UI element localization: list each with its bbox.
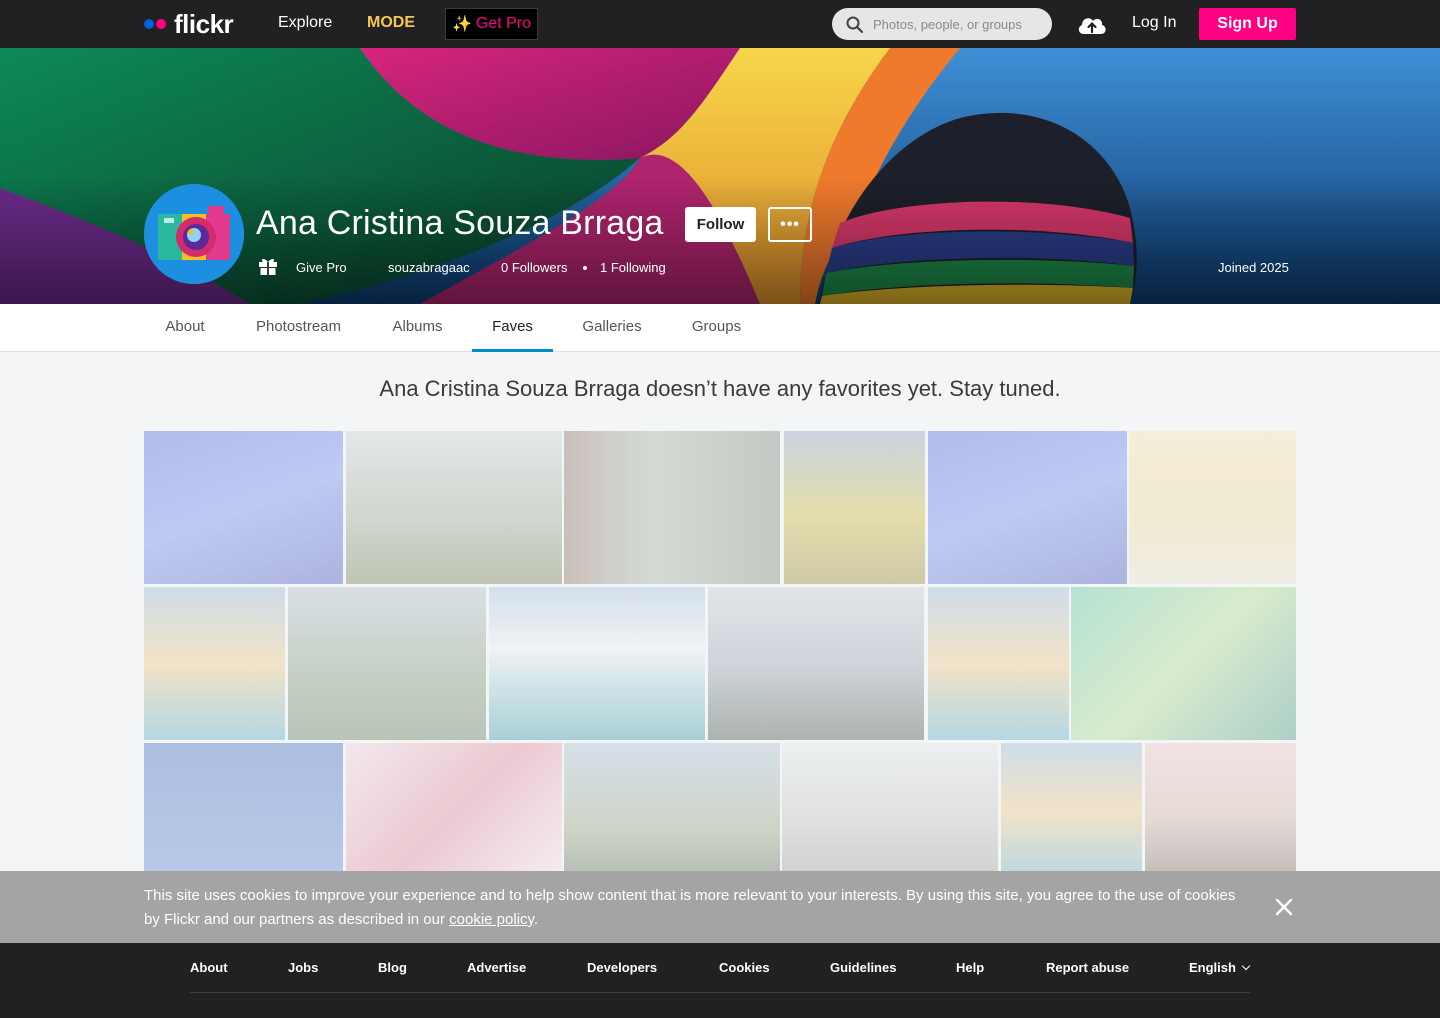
separator-dot xyxy=(583,266,587,270)
logo-text: flickr xyxy=(174,8,234,39)
logo-pink-dot xyxy=(156,19,166,29)
camera-avatar-icon xyxy=(144,184,244,284)
get-pro-label: Get Pro xyxy=(475,15,532,32)
search-icon xyxy=(846,16,863,33)
profile-name: Ana Cristina Souza Brraga xyxy=(256,204,664,242)
tab-faves[interactable]: Faves xyxy=(472,304,553,352)
footer-link-about[interactable]: About xyxy=(190,960,228,975)
footer: About Jobs Blog Advertise Developers Coo… xyxy=(0,943,1440,1018)
avatar[interactable] xyxy=(144,184,244,284)
logo-blue-dot xyxy=(144,19,154,29)
chevron-down-icon xyxy=(1241,961,1251,971)
joined-date: Joined 2025 xyxy=(1218,260,1289,275)
cookie-banner: This site uses cookies to improve your e… xyxy=(0,871,1440,943)
cookie-text: This site uses cookies to improve your e… xyxy=(144,884,1254,932)
nav-explore-link[interactable]: Explore xyxy=(278,14,332,32)
placeholder-photo xyxy=(564,743,780,871)
footer-divider xyxy=(190,992,1250,993)
footer-link-report-abuse[interactable]: Report abuse xyxy=(1046,960,1129,975)
tab-albums[interactable]: Albums xyxy=(371,304,464,352)
sparkle-icon: ✨ xyxy=(451,16,472,33)
placeholder-photo xyxy=(1071,587,1296,740)
cookie-text-end: . xyxy=(533,911,539,928)
profile-tabs: About Photostream Albums Faves Galleries… xyxy=(0,304,1440,352)
give-pro-link[interactable]: Give Pro xyxy=(296,260,347,275)
get-pro-button[interactable]: ✨ Get Pro xyxy=(445,8,538,40)
username: souzabragaac xyxy=(388,260,470,275)
footer-link-advertise[interactable]: Advertise xyxy=(467,960,526,975)
login-link[interactable]: Log In xyxy=(1132,14,1176,32)
placeholder-photo-grid xyxy=(144,431,1296,871)
follow-button[interactable]: Follow xyxy=(685,207,756,242)
followers-link[interactable]: 0 Followers xyxy=(501,260,567,275)
footer-link-blog[interactable]: Blog xyxy=(378,960,407,975)
placeholder-photo xyxy=(928,587,1069,740)
placeholder-photo xyxy=(346,743,562,871)
tab-about[interactable]: About xyxy=(144,304,226,352)
empty-state-message: Ana Cristina Souza Brraga doesn’t have a… xyxy=(379,376,1061,401)
placeholder-photo xyxy=(1129,431,1296,584)
signup-button[interactable]: Sign Up xyxy=(1199,8,1296,40)
placeholder-photo xyxy=(708,587,924,740)
footer-link-cookies[interactable]: Cookies xyxy=(719,960,770,975)
placeholder-photo xyxy=(144,587,285,740)
placeholder-photo xyxy=(928,431,1127,584)
gift-icon[interactable] xyxy=(258,256,278,276)
close-icon[interactable] xyxy=(1274,897,1294,917)
footer-link-jobs[interactable]: Jobs xyxy=(288,960,318,975)
tab-groups[interactable]: Groups xyxy=(671,304,762,352)
cookie-text-body: This site uses cookies to improve your e… xyxy=(144,887,1236,928)
search-box[interactable] xyxy=(832,8,1052,40)
placeholder-photo xyxy=(782,743,998,871)
footer-link-developers[interactable]: Developers xyxy=(587,960,657,975)
placeholder-photo xyxy=(346,431,562,584)
placeholder-photo xyxy=(564,431,780,584)
language-selector[interactable]: English xyxy=(1189,960,1251,975)
language-label: English xyxy=(1189,960,1236,975)
placeholder-photo xyxy=(784,431,925,584)
placeholder-photo xyxy=(1145,743,1296,871)
tab-photostream[interactable]: Photostream xyxy=(234,304,363,352)
placeholder-photo xyxy=(288,587,486,740)
tab-galleries[interactable]: Galleries xyxy=(561,304,663,352)
placeholder-photo xyxy=(1001,743,1142,871)
footer-link-help[interactable]: Help xyxy=(956,960,984,975)
placeholder-photo xyxy=(489,587,705,740)
following-link[interactable]: 1 Following xyxy=(600,260,666,275)
flickr-logo[interactable]: flickr xyxy=(144,9,234,39)
search-input[interactable] xyxy=(873,16,1043,32)
cookie-policy-link[interactable]: cookie policy xyxy=(449,911,534,928)
placeholder-photo xyxy=(144,431,343,584)
nav-mode-link[interactable]: MODE xyxy=(367,14,415,32)
upload-cloud-icon[interactable] xyxy=(1076,12,1108,36)
placeholder-photo xyxy=(144,743,343,871)
footer-link-guidelines[interactable]: Guidelines xyxy=(830,960,896,975)
more-options-button[interactable]: ••• xyxy=(768,207,812,242)
top-nav: flickr Explore MODE ✨ Get Pro Log In Sig… xyxy=(0,0,1440,48)
